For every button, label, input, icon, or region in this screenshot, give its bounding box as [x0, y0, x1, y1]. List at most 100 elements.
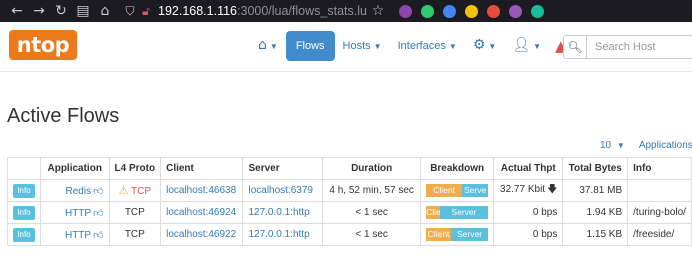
col-header-breakdown: Breakdown — [420, 157, 495, 180]
browser-extension-icon[interactable] — [486, 4, 500, 18]
actual-thpt-cell: 0 bps — [493, 223, 564, 246]
browser-extension-icon[interactable] — [530, 4, 544, 18]
back-icon[interactable]: ← — [6, 0, 28, 22]
shield-icon[interactable]: ⛉ — [122, 4, 138, 19]
application-link[interactable]: HTTP — [65, 230, 91, 241]
actual-thpt-value: 32.77 Kbit — [500, 184, 546, 195]
caret-down-icon: ▼ — [373, 41, 382, 51]
page-size-dropdown[interactable]: 10 ▼ — [600, 140, 625, 151]
user-icon: 👤︎ — [512, 37, 531, 53]
table-row[interactable]: Info Redis 👍︎ ⚠ TCP localhost:46638 local… — [7, 179, 692, 202]
application-cell: HTTP 👍︎ — [39, 201, 110, 224]
ntop-logo[interactable]: ntop — [9, 30, 77, 60]
col-header-info: Info — [627, 157, 692, 180]
search-icon[interactable]: 🔍︎ — [563, 35, 587, 59]
page-size-value: 10 — [600, 140, 612, 151]
info-button[interactable]: Info — [13, 205, 35, 220]
info-button[interactable]: Info — [13, 183, 35, 198]
l4-proto-cell: TCP — [108, 201, 162, 224]
col-header-info-button — [7, 157, 41, 180]
browser-extension-icon[interactable] — [464, 4, 478, 18]
client-cell: localhost:46922 — [160, 223, 244, 246]
browser-extension-icon[interactable] — [508, 4, 522, 18]
client-link[interactable]: localhost:46924 — [166, 207, 236, 218]
browser-toolbar: ← → ↻ ▤ ⌂ ⛉ 🔓︎ 192.168.1.116:3000/lua/fl… — [0, 0, 692, 22]
url-host[interactable]: 192.168.1.116 — [158, 4, 237, 18]
applications-dropdown[interactable]: Applications — [639, 140, 692, 151]
server-cell: 127.0.0.1:http — [242, 223, 324, 246]
breakdown-bar: Client Server — [426, 228, 489, 241]
l4-proto-cell: TCP — [108, 223, 162, 246]
gear-icon: ⚙ — [472, 37, 486, 53]
table-header-row: Application L4 Proto Client Server Durat… — [7, 157, 692, 180]
flows-table: Application L4 Proto Client Server Durat… — [7, 157, 692, 246]
client-link[interactable]: localhost:46638 — [166, 185, 236, 196]
warning-icon: ⚠ — [118, 184, 129, 197]
server-cell: localhost:6379 — [242, 179, 324, 202]
application-link[interactable]: Redis — [66, 186, 92, 197]
nav-interfaces-label: Interfaces — [397, 39, 446, 52]
nav-settings[interactable]: ⚙ ▼ — [465, 30, 504, 62]
forward-icon[interactable]: → — [28, 0, 50, 22]
insecure-lock-icon[interactable]: 🔓︎ — [138, 4, 154, 19]
nav-flows[interactable]: Flows — [285, 31, 335, 61]
caret-down-icon: ▼ — [488, 42, 497, 51]
browser-extension-icon[interactable] — [442, 4, 456, 18]
application-cell: HTTP 👍︎ — [39, 223, 110, 246]
caret-down-icon: ▼ — [448, 41, 457, 51]
table-row[interactable]: Info HTTP 👍︎ TCP localhost:46924 127.0.0.… — [7, 201, 692, 224]
l4-proto-value: TCP — [124, 207, 145, 218]
client-cell: localhost:46924 — [160, 201, 244, 224]
nav-interfaces[interactable]: Interfaces ▼ — [390, 31, 465, 62]
server-link[interactable]: 127.0.0.1:http — [248, 229, 309, 240]
nav-hosts[interactable]: Hosts ▼ — [335, 31, 390, 62]
client-link[interactable]: localhost:46922 — [166, 229, 236, 240]
breakdown-cell: Client Serve — [420, 179, 495, 202]
url-bar[interactable]: ⛉ 🔓︎ 192.168.1.116:3000/lua/flows_stats.… — [122, 0, 367, 22]
col-header-application[interactable]: Application — [39, 157, 110, 180]
l4-proto-value: TCP — [131, 186, 152, 197]
flows-table-body: Info Redis 👍︎ ⚠ TCP localhost:46638 local… — [7, 179, 692, 246]
actual-thpt-value: 0 bps — [532, 207, 558, 218]
col-header-actual-thpt[interactable]: Actual Thpt — [493, 157, 564, 180]
browser-extension-icon[interactable] — [398, 4, 412, 18]
table-row[interactable]: Info HTTP 👍︎ TCP localhost:46922 127.0.0.… — [7, 223, 692, 246]
application-link[interactable]: HTTP — [65, 208, 91, 219]
browser-extension-icon[interactable] — [420, 4, 434, 18]
breakdown-cell: Client Server — [420, 223, 495, 246]
home-icon: ⌂ — [258, 37, 267, 53]
nav-home[interactable]: ⌂ ▼ — [250, 30, 286, 62]
l4-proto-cell: ⚠ TCP — [108, 179, 162, 202]
info-text-cell: /freeside/ — [627, 223, 692, 246]
client-cell: localhost:46638 — [160, 179, 244, 202]
reload-icon[interactable]: ↻ — [50, 0, 72, 22]
col-header-l4-proto[interactable]: L4 Proto — [108, 157, 162, 180]
server-link[interactable]: 127.0.0.1:http — [248, 207, 309, 218]
caret-down-icon: ▼ — [269, 42, 278, 51]
url-path[interactable]: :3000/lua/flows_stats.lu — [237, 4, 367, 18]
breakdown-client-segment: Client — [426, 228, 451, 241]
server-link[interactable]: localhost:6379 — [248, 185, 313, 196]
bookmark-star-icon[interactable]: ☆ — [367, 0, 389, 22]
breakdown-bar: Client Serve — [426, 184, 489, 197]
col-header-total-bytes[interactable]: Total Bytes — [562, 157, 629, 180]
actual-thpt-value: 0 bps — [532, 229, 558, 240]
breakdown-client-segment: Clie — [426, 206, 440, 219]
actual-thpt-cell: 0 bps — [493, 201, 564, 224]
info-cell: Info — [7, 179, 41, 202]
info-button[interactable]: Info — [13, 227, 35, 242]
breakdown-client-segment: Client — [426, 184, 463, 197]
info-text-cell — [627, 179, 692, 202]
breakdown-server-segment: Server — [450, 228, 489, 241]
col-header-client[interactable]: Client — [160, 157, 244, 180]
nav-user[interactable]: 👤︎ ▼ — [504, 30, 549, 62]
caret-down-icon: ▼ — [616, 141, 625, 150]
col-header-duration[interactable]: Duration — [322, 157, 422, 180]
total-bytes-cell: 37.81 MB — [562, 179, 629, 202]
search-input[interactable] — [587, 35, 692, 59]
info-cell: Info — [7, 201, 41, 224]
reader-icon[interactable]: ▤ — [72, 0, 94, 22]
col-header-server[interactable]: Server — [242, 157, 324, 180]
home-icon[interactable]: ⌂ — [94, 0, 116, 22]
thumbs-up-icon: 👍︎ — [93, 207, 104, 219]
